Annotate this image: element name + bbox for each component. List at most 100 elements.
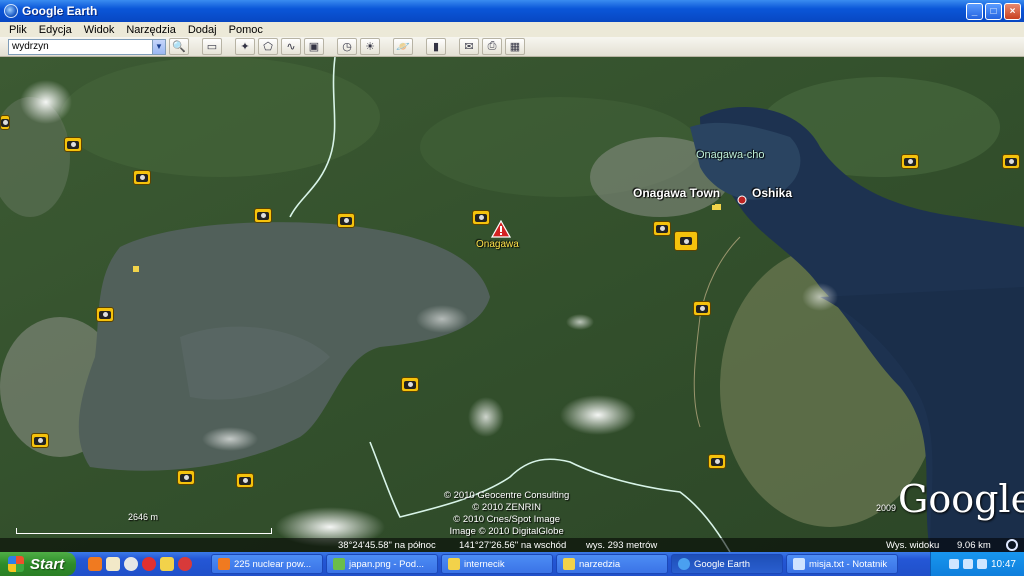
label-onagawa-cho[interactable]: Onagawa-cho [696, 149, 765, 161]
search-value: wydrzyn [12, 41, 49, 52]
photo-camera-icon[interactable] [0, 115, 10, 130]
folder-icon [563, 558, 575, 570]
menu-pomoc[interactable]: Pomoc [223, 24, 269, 36]
sun-icon: ☀ [365, 41, 375, 53]
task-button-notepad[interactable]: misja.txt - Notatnik [786, 554, 898, 574]
security-icon[interactable] [976, 559, 987, 569]
latitude-readout: 38°24'45.58" na północ [338, 539, 436, 551]
add-placemark-button[interactable]: ✦ [235, 38, 255, 55]
warning-icon[interactable] [491, 220, 511, 238]
folder-icon[interactable] [160, 557, 174, 571]
search-input[interactable]: wydrzyn ▼ [8, 38, 166, 55]
maximize-button[interactable]: □ [985, 2, 1002, 20]
clock[interactable]: 10:47 [991, 559, 1016, 570]
task-button-paint[interactable]: japan.png - Pod... [326, 554, 438, 574]
label-onagawa[interactable]: Onagawa [476, 239, 519, 250]
imagery-copyright: © 2010 Geocentre Consulting © 2010 ZENRI… [444, 490, 569, 538]
copyright-line: © 2010 Cnes/Spot Image [453, 514, 561, 525]
polygon-icon: ⬠ [263, 41, 273, 53]
chrome-icon[interactable] [124, 557, 138, 571]
add-overlay-button[interactable]: ▣ [304, 38, 324, 55]
google-logo: Google [898, 477, 1024, 521]
label-onagawa-town[interactable]: Onagawa Town [633, 186, 720, 200]
menu-bar: Plik Edycja Widok Narzędzia Dodaj Pomoc [0, 22, 1024, 37]
minimize-button[interactable]: _ [966, 2, 983, 20]
map-status-bar: 38°24'45.58" na północ 141°27'26.56" na … [0, 538, 1024, 552]
ruler-button[interactable]: ▮ [426, 38, 446, 55]
photo-camera-icon[interactable] [693, 301, 711, 316]
sidebar-toggle-button[interactable]: ▭ [202, 38, 222, 55]
media-icon[interactable] [178, 557, 192, 571]
label-oshika[interactable]: Oshika [752, 186, 792, 200]
firefox-icon[interactable] [88, 557, 102, 571]
photo-camera-icon[interactable] [401, 377, 419, 392]
window-controls: _ □ × [966, 2, 1021, 20]
eye-altitude-label: Wys. widoku [886, 539, 940, 551]
email-button[interactable]: ✉ [459, 38, 479, 55]
search-button[interactable]: 🔍 [169, 38, 189, 55]
photo-camera-icon[interactable] [31, 433, 49, 448]
add-polygon-button[interactable]: ⬠ [258, 38, 278, 55]
folder-icon [448, 558, 460, 570]
photo-camera-icon[interactable] [1002, 154, 1020, 169]
view-in-maps-button[interactable]: ▦ [505, 38, 525, 55]
path-icon: ∿ [286, 41, 296, 53]
task-label: 225 nuclear pow... [234, 558, 312, 570]
menu-widok[interactable]: Widok [78, 24, 121, 36]
map-icon: ▦ [509, 41, 521, 53]
add-path-button[interactable]: ∿ [281, 38, 301, 55]
windows-logo-icon [8, 556, 24, 572]
imagery-year: 2009 [876, 503, 897, 513]
start-button[interactable]: Start [0, 552, 76, 576]
task-button-folder-narzedzia[interactable]: narzedzia [556, 554, 668, 574]
menu-plik[interactable]: Plik [3, 24, 33, 36]
task-label: Google Earth [694, 558, 750, 570]
planets-button[interactable]: 🪐 [393, 38, 413, 55]
notepad-icon[interactable] [106, 557, 120, 571]
close-button[interactable]: × [1004, 2, 1021, 20]
photo-camera-icon[interactable] [337, 213, 355, 228]
task-button-folder-internecik[interactable]: internecik [441, 554, 553, 574]
printer-icon: ⎙ [487, 40, 497, 52]
menu-narzedzia[interactable]: Narzędzia [120, 24, 182, 36]
window-title: Google Earth [22, 4, 98, 18]
photo-camera-icon[interactable] [674, 231, 698, 251]
envelope-icon: ✉ [464, 41, 474, 53]
historical-imagery-button[interactable]: ◷ [337, 38, 357, 55]
photo-camera-icon[interactable] [254, 208, 272, 223]
photo-camera-icon[interactable] [653, 221, 671, 236]
overlay-icon: ▣ [308, 41, 320, 53]
opera-icon[interactable] [142, 557, 156, 571]
photo-camera-icon[interactable] [64, 137, 82, 152]
toolbar: wydrzyn ▼ 🔍 ▭ ✦ ⬠ ∿ ▣ ◷ ☀ 🪐 ▮ ✉ ⎙ ▦ [0, 37, 1024, 57]
volume-icon[interactable] [962, 559, 973, 569]
photo-camera-icon[interactable] [236, 473, 254, 488]
navigation-control-icon[interactable] [1006, 539, 1018, 551]
chevron-down-icon[interactable]: ▼ [152, 39, 165, 54]
photo-camera-icon[interactable] [96, 307, 114, 322]
planet-icon: 🪐 [396, 41, 410, 53]
photo-camera-icon[interactable] [708, 454, 726, 469]
task-button-firefox[interactable]: 225 nuclear pow... [211, 554, 323, 574]
satellite-imagery [0, 57, 1024, 552]
quick-launch [88, 557, 208, 571]
photo-camera-icon[interactable] [472, 210, 490, 225]
menu-dodaj[interactable]: Dodaj [182, 24, 223, 36]
copyright-line: © 2010 ZENRIN [472, 502, 542, 513]
elevation-readout: wys. 293 metrów [586, 539, 658, 551]
longitude-readout: 141°27'26.56" na wschód [459, 539, 567, 551]
image-icon [333, 558, 345, 570]
photo-camera-icon[interactable] [901, 154, 919, 169]
task-button-google-earth[interactable]: Google Earth [671, 554, 783, 574]
menu-edycja[interactable]: Edycja [33, 24, 78, 36]
start-label: Start [30, 555, 65, 573]
google-earth-icon [4, 4, 18, 18]
sunlight-button[interactable]: ☀ [360, 38, 380, 55]
photo-camera-icon[interactable] [177, 470, 195, 485]
network-icon[interactable] [948, 559, 959, 569]
eye-altitude-value: 9.06 km [957, 539, 991, 551]
print-button[interactable]: ⎙ [482, 38, 502, 55]
map-viewport[interactable]: Onagawa-cho Onagawa Town Oshika Onagawa … [0, 57, 1024, 552]
notepad-icon [793, 558, 805, 570]
photo-camera-icon[interactable] [133, 170, 151, 185]
